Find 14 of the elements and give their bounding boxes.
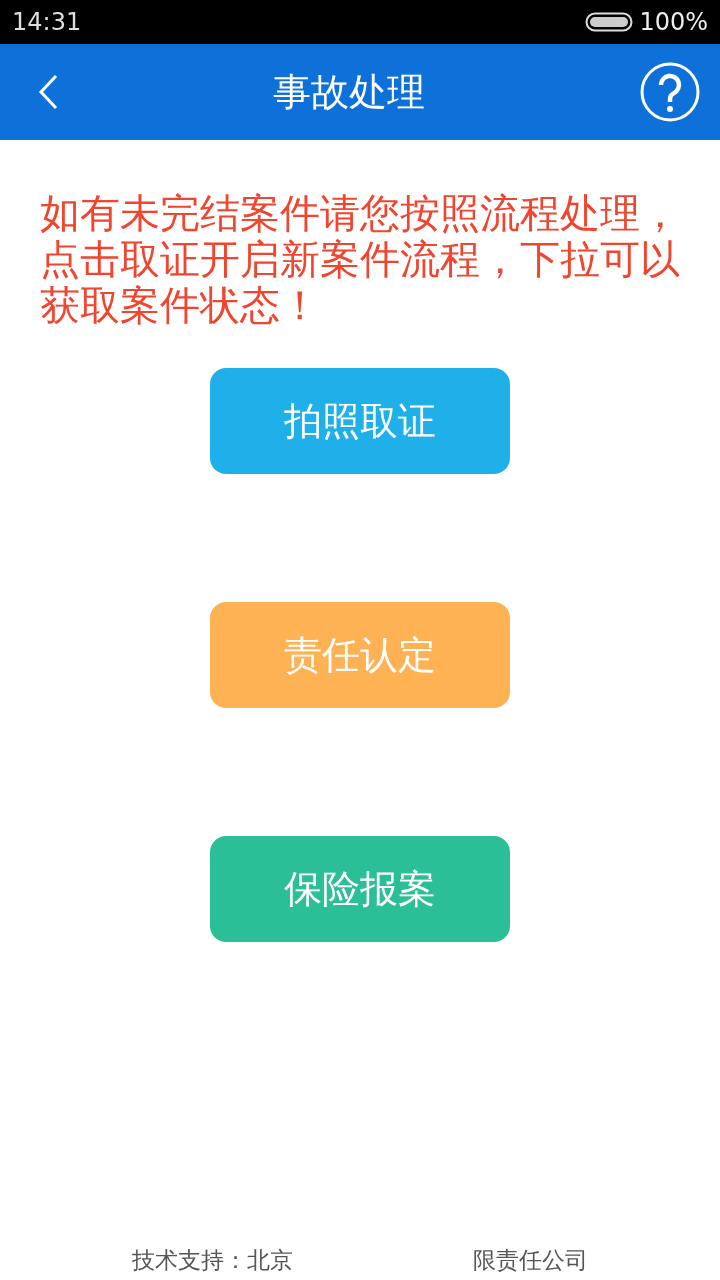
action-button[interactable]: 责任认定 [210,602,510,708]
status-time: 14:31 [12,8,82,36]
action-button[interactable]: 保险报案 [210,836,510,942]
back-button[interactable] [38,74,58,110]
notice-text: 如有未完结案件请您按照流程处理，点击取证开启新案件流程，下拉可以获取案件状态！ [40,190,681,328]
footer-text: 限责任公司 [473,1245,588,1275]
back-icon [38,74,58,110]
battery-level: 100% [639,8,708,36]
battery-icon [585,12,634,32]
screen-title: 事故处理 [273,68,425,116]
help-icon [640,62,700,122]
footer-text: 技术支持：北京 [132,1245,293,1275]
action-button[interactable]: 拍照取证 [210,368,510,474]
help-button[interactable] [640,62,700,122]
